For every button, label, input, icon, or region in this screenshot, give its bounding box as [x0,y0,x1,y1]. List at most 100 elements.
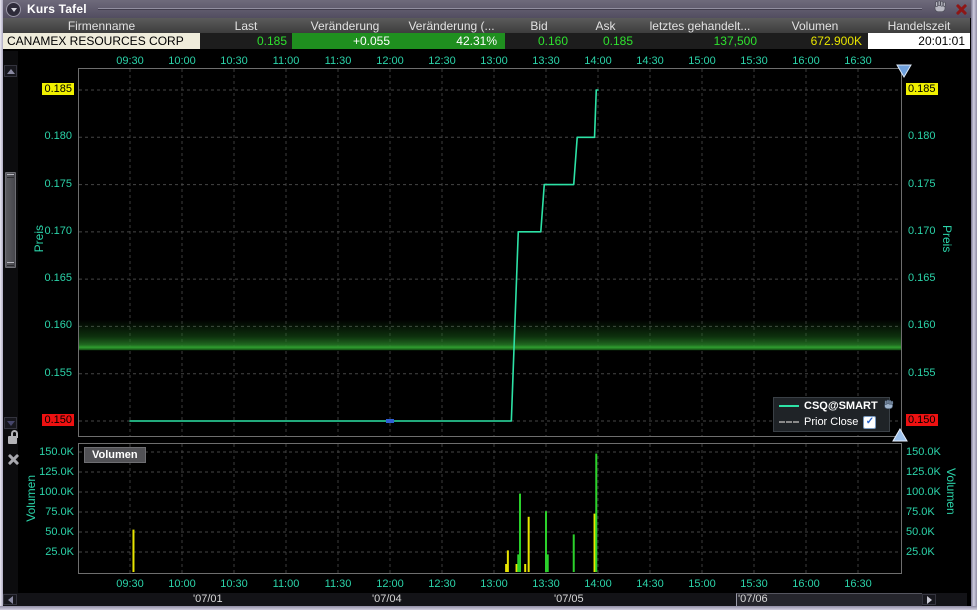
volume-tick-label: 125.0K [39,466,74,478]
price-chart-pane[interactable] [78,68,902,437]
time-axis-label-bottom: 14:30 [636,578,664,590]
collapse-chevron-icon[interactable] [6,1,21,17]
header-bid[interactable]: Bid [505,18,573,33]
volume-tick-label: 25.0K [45,546,74,558]
price-tick-label: 0.170 [908,224,936,237]
volume-chart-pane[interactable] [78,443,902,574]
cell-firmenname[interactable]: CANAMEX RESOURCES CORP [3,33,200,49]
volume-bar [506,550,509,572]
scroll-up-button[interactable] [4,65,17,77]
move-hand-icon[interactable] [933,0,948,18]
header-ask[interactable]: Ask [573,18,638,33]
header-veraenderung-pct[interactable]: Veränderung (... [398,18,505,33]
legend-row-prior-close: Prior Close ✓ [774,414,889,430]
prior-close-band [79,319,901,351]
time-axis-label-top: 15:30 [740,55,768,67]
volume-bar [572,534,575,572]
window-border-right[interactable] [971,0,977,610]
cell-change: +0.055 [292,33,398,49]
time-axis-label-top: 09:30 [116,55,144,67]
pane-resize-handle-bottom[interactable] [892,428,908,447]
price-tick-label: 0.165 [44,272,72,285]
data-point-marker [386,419,394,423]
legend-row-series: CSQ@SMART [774,398,893,414]
time-axis-label-bottom: 12:00 [376,578,404,590]
volume-bar [505,564,508,572]
volume-bar [515,564,518,572]
time-axis-label-bottom: 16:00 [792,578,820,590]
cell-bid: 0.160 [505,33,573,49]
date-label: '07/01 [193,593,223,605]
time-axis-label-bottom: 11:30 [324,578,352,590]
volume-bar [546,554,549,572]
header-handelszeit[interactable]: Handelszeit [868,18,970,33]
price-tick-label: 0.160 [44,319,72,332]
time-axis-label-top: 12:00 [376,55,404,67]
time-axis-label-top: 11:30 [324,55,352,67]
remove-icon[interactable] [8,454,19,465]
title-bar: Kurs Tafel [0,0,977,18]
window-title: Kurs Tafel [27,2,87,16]
scroll-right-button[interactable] [922,594,936,605]
prior-close-dash-swatch [779,421,799,423]
series-line-swatch [779,405,799,407]
time-axis-label-top: 13:30 [532,55,560,67]
volume-tick-label: 150.0K [906,446,941,458]
header-firmenname[interactable]: Firmenname [3,18,200,33]
header-volumen[interactable]: Volumen [762,18,868,33]
time-axis-label-top: 14:30 [636,55,664,67]
prior-close-checkbox[interactable]: ✓ [863,415,877,429]
date-label: '07/06 [738,593,768,605]
price-chart [79,69,901,436]
time-axis-label-top: 16:30 [844,55,872,67]
price-tick-label: 0.155 [908,366,936,379]
cell-handelszeit: 20:01:01 [868,33,970,49]
time-axis-label-top: 10:00 [168,55,196,67]
volume-bar [595,453,598,572]
chart-legend: CSQ@SMART Prior Close ✓ [773,397,893,432]
time-axis-label-top: 14:00 [584,55,612,67]
time-axis-label-bottom: 15:30 [740,578,768,590]
scroll-down-button[interactable] [4,417,17,429]
volume-tick-label: 50.0K [45,526,74,538]
time-axis-label-top: 13:00 [480,55,508,67]
pane-resize-handle-top[interactable] [896,64,912,83]
time-axis-label-top: 10:30 [220,55,248,67]
price-tick-label: 0.150 [906,414,938,426]
price-tick-label: 0.155 [44,366,72,379]
vertical-scrollbar[interactable] [3,51,18,606]
header-last[interactable]: Last [200,18,292,33]
cell-volume: 672.900K [762,33,868,49]
header-veraenderung[interactable]: Veränderung [292,18,398,33]
price-tick-label: 0.165 [908,272,936,285]
close-icon[interactable] [956,4,967,15]
price-tick-label: 0.185 [42,83,74,95]
arrow-right-icon [926,595,932,604]
unlock-icon[interactable] [8,430,20,446]
time-axis-label-bottom: 10:00 [168,578,196,590]
vertical-scrollbar-thumb[interactable] [5,172,16,268]
price-tick-label: 0.175 [44,177,72,190]
volume-tick-label: 50.0K [906,526,935,538]
volume-pane-title: Volumen [84,447,146,463]
volume-bar [524,564,527,572]
time-axis-label-top: 15:00 [688,55,716,67]
volume-bar [519,493,521,572]
volume-chart [79,444,901,573]
quote-table-row[interactable]: CANAMEX RESOURCES CORP 0.185 +0.055 42.3… [3,33,970,49]
volume-tick-label: 75.0K [45,506,74,518]
time-axis-label-bottom: 15:00 [688,578,716,590]
header-letztes-gehandelt[interactable]: letztes gehandelt... [638,18,762,33]
time-axis-label-top: 11:00 [272,55,300,67]
kurs-tafel-window: Kurs Tafel Firmenname Last Veränderung V… [0,0,977,610]
legend-hand-icon[interactable] [883,399,895,413]
volume-tick-label: 25.0K [906,546,935,558]
volume-tick-label: 150.0K [39,446,74,458]
window-border-bottom[interactable] [0,606,977,610]
horizontal-scrollbar[interactable]: '07/01 '07/04 '07/05 '07/06 [3,593,967,606]
volume-bar [132,529,135,572]
time-axis-label-bottom: 14:00 [584,578,612,590]
price-tick-label: 0.180 [44,130,72,143]
scroll-left-button[interactable] [3,594,17,605]
volume-tick-label: 100.0K [39,486,74,498]
